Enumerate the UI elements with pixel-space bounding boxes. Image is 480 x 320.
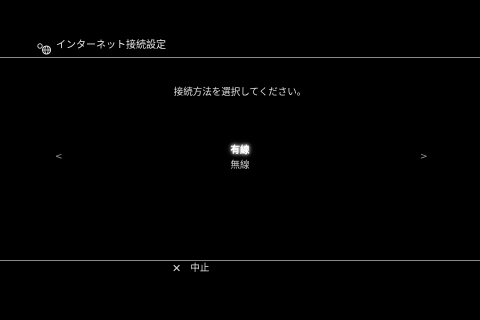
- cancel-label: 中止: [190, 263, 210, 274]
- screen-header: インターネット接続設定: [0, 36, 480, 56]
- connection-method-list: 有線 無線: [0, 143, 480, 173]
- instruction-text: 接続方法を選択してください。: [173, 87, 307, 98]
- page-title: インターネット接続設定: [56, 40, 166, 51]
- option-wireless[interactable]: 無線: [200, 158, 280, 173]
- cancel-button[interactable]: ✕ 中止: [172, 262, 209, 276]
- option-wired[interactable]: 有線: [200, 143, 280, 158]
- cross-button-icon: ✕: [172, 262, 182, 275]
- header-divider: [0, 57, 480, 58]
- footer-divider: [0, 260, 480, 261]
- network-settings-icon: [37, 40, 52, 55]
